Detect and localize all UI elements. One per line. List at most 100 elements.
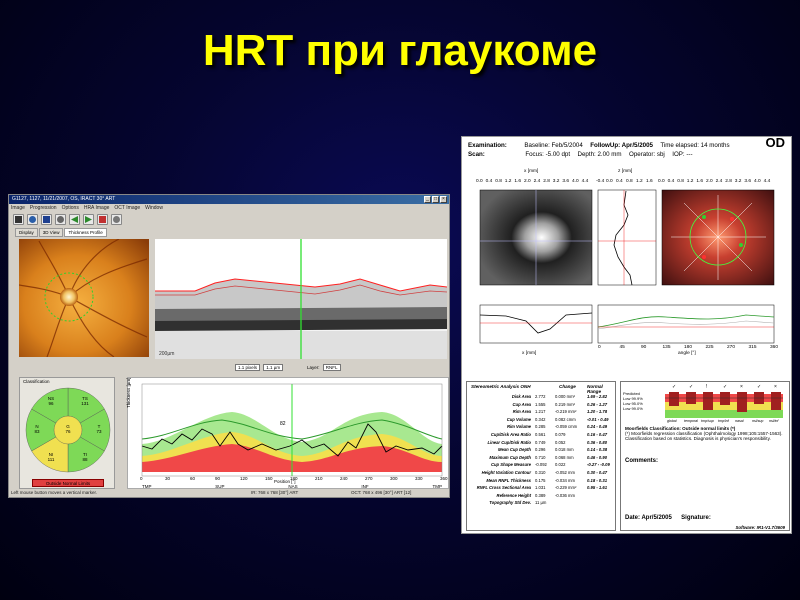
date-signature: Date: Apr/5/2005 Signature: [625, 515, 711, 521]
moorfields-sector-label: nasal [735, 419, 744, 423]
status-oct-info: OCT: 768 x 496 [30°] ART [12] [351, 490, 412, 495]
row-normal-range: 0.46 - 0.90 [587, 454, 608, 460]
angle-tick: 180 [684, 345, 693, 350]
moorfields-sector-label: temporal [684, 419, 698, 423]
angle-tick: 225 [705, 345, 714, 350]
sector-ni: NI 111 [47, 452, 55, 462]
row-name: Cup Volume [506, 416, 531, 422]
forward-icon[interactable] [83, 214, 94, 225]
x-tick-right: 0.4 [667, 179, 675, 184]
tab-3d-view[interactable]: 3D View [38, 228, 64, 237]
open-icon[interactable] [13, 214, 24, 225]
menu-progression[interactable]: Progression [30, 205, 57, 211]
grid-icon[interactable] [97, 214, 108, 225]
row-change: 0.052 [555, 439, 566, 445]
scan-label: Scan: [468, 151, 485, 158]
scan-mode-field[interactable]: 1.1 pixels [235, 364, 261, 371]
thickness-x-tick: 30 [165, 476, 171, 481]
row-normal-range: 0.36 - 0.80 [587, 439, 608, 445]
tab-display[interactable]: Display [15, 228, 38, 237]
x-tick-right: 1.2 [686, 179, 694, 184]
scan-resolution-field[interactable]: 1.1 µm [263, 364, 284, 371]
row-baseline: 0.342 [535, 416, 546, 422]
oct-viewer-window: G1127, 1127, 11/21/2007, OS, IRACT 30° A… [8, 194, 450, 498]
menu-window[interactable]: Window [145, 205, 163, 211]
row-change: -0.229 mm² [555, 485, 577, 491]
rnfl-classification-panel: Classification TS 131 NS 96 N 83 NI 111 TI 88… [19, 377, 115, 489]
sector-ts: TS 131 [81, 396, 89, 406]
settings-icon[interactable] [111, 214, 122, 225]
x-tick-right: 2.8 [725, 179, 732, 184]
row-baseline: 1.031 [535, 485, 546, 491]
table-header-change: Change [559, 384, 576, 389]
table-row: Mean RNFL Thickness 0.175 -0.034 mm 0.18 - … [467, 478, 617, 485]
row-change: -0.059 cmm [555, 424, 578, 430]
moorfields-sector-label: tmp/sup [701, 419, 714, 423]
layer-select[interactable]: RNFL [322, 364, 341, 371]
x-tick: 1.2 [504, 179, 512, 184]
table-row: Cup Area 1.555 0.219 mm² 0.26 - 1.27 [467, 402, 617, 409]
table-row: Cup Shape Measure -0.092 0.022 -0.27 - -0.0… [467, 462, 617, 469]
x-tick-right: 2.4 [715, 179, 723, 184]
row-normal-range: 0.14 - 0.38 [587, 447, 608, 453]
x-tick-right: 4.4 [763, 179, 771, 184]
region-tmp-end: TMP [432, 484, 442, 489]
z-tick: 0.0 [606, 179, 613, 184]
status-hint: Left mouse button moves a vertical marke… [11, 490, 98, 495]
row-normal-range: 0.18 - 0.31 [587, 477, 608, 483]
menu-oct-image[interactable]: OCT Image [114, 205, 140, 211]
tab-thickness-profile[interactable]: Thickness Profile [64, 228, 107, 237]
row-normal-range: 0.30 - 0.47 [587, 470, 608, 475]
row-change: 0.022 [555, 462, 566, 468]
row-baseline: 1.217 [535, 409, 546, 415]
row-baseline: 0.285 [535, 424, 546, 430]
row-change: -0.034 mm [555, 477, 576, 483]
svg-text:200µm: 200µm [159, 351, 174, 357]
oct-window-title: G1127, 1127, 11/21/2007, OS, IRACT 30° A… [12, 196, 116, 202]
menu-options[interactable]: Options [62, 205, 79, 211]
moorfields-sector-label: nsl/inf [769, 419, 779, 423]
oct-status-bar: Left mouse button moves a vertical marke… [11, 490, 449, 495]
thickness-x-tick: 270 [365, 476, 373, 481]
region-nas: NAS [288, 484, 298, 489]
thickness-x-tick: 150 [265, 476, 273, 481]
moorfields-mark: ! [706, 384, 708, 390]
row-change: 0.082 cmm [555, 416, 576, 422]
row-name: Topography Std Dev. [489, 500, 531, 506]
print-icon[interactable] [55, 214, 66, 225]
sector-ti: TI 88 [82, 452, 88, 462]
save-icon[interactable] [41, 214, 52, 225]
info-icon[interactable] [27, 214, 38, 225]
fundus-image [18, 238, 149, 358]
x-tick: 0.0 [476, 179, 483, 184]
table-title: Stereometric Analysis ONH [471, 384, 531, 389]
close-button[interactable]: × [440, 196, 447, 203]
region-sup: SUP [215, 484, 225, 489]
z-tick: 0.4 [616, 179, 623, 184]
moorfields-legend: Predicted Low 99.9% Low 95.0% Low 99.0% [623, 391, 643, 411]
row-normal-range: 0.24 - 0.49 [587, 424, 608, 430]
baseline-date: Baseline: Feb/5/2004 [524, 142, 583, 149]
row-name: Rim Area [512, 409, 531, 415]
moorfields-sector-label: tmp/inf [718, 419, 729, 423]
thickness-x-tick: 120 [240, 476, 248, 481]
minimize-button[interactable]: _ [424, 196, 431, 203]
hrt-header: Examination: Baseline: Feb/5/2004 Follow… [468, 141, 790, 159]
row-baseline: -0.092 [535, 462, 547, 468]
scan-operator: Operator: sbj [629, 151, 665, 158]
maximize-button[interactable]: □ [432, 196, 439, 203]
row-baseline: 11 µm [535, 500, 547, 506]
report-date: Date: Apr/5/2005 [625, 515, 672, 521]
table-row: Mean Cup Depth 0.296 0.018 mm 0.14 - 0.38 [467, 447, 617, 454]
menu-image[interactable]: Image [11, 205, 25, 211]
oct-menu-bar: Image Progression Options HRA Image OCT … [11, 205, 163, 211]
oct-title-bar: G1127, 1127, 11/21/2007, OS, IRACT 30° A… [9, 195, 449, 204]
menu-hra-image[interactable]: HRA Image [84, 205, 110, 211]
row-change: 0.018 mm [555, 447, 574, 453]
z-tick: 1.2 [636, 179, 643, 184]
region-tmp-start: TMP [142, 484, 152, 489]
x-tick-right: 2.0 [706, 179, 713, 184]
followup-date: FollowUp: Apr/5/2005 [590, 142, 653, 149]
thickness-x-tick: 330 [415, 476, 423, 481]
back-icon[interactable] [69, 214, 80, 225]
